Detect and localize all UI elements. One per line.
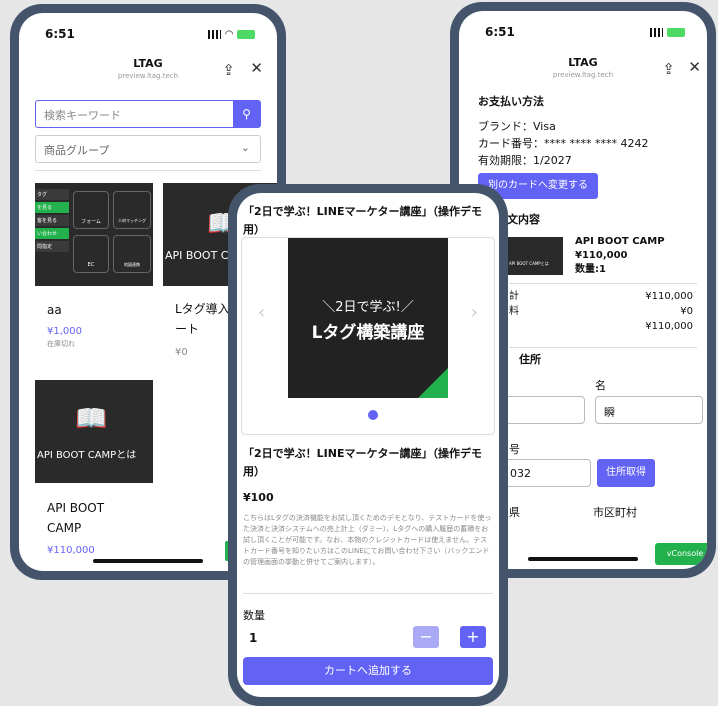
order-summary: 計 ¥110,000 料 ¥0 ¥110,000 [509,289,693,334]
vconsole-button[interactable]: vConsole [655,543,707,565]
chevron-down-icon: ⌄ [240,141,250,154]
fetch-address-button[interactable]: 住所取得 [597,459,655,487]
search-box[interactable]: 検索キーワード ⚲ [35,100,261,128]
postal-label: 号 [509,443,520,456]
quantity-label: 数量 [243,609,265,622]
app-url: preview.ltag.tech [117,72,179,80]
share-icon[interactable]: ⇪ [662,60,675,78]
map-tile-label: 地図連携 [124,262,140,267]
order-item-image: API BOOT CAMPとは [505,237,563,275]
home-indicator [528,557,638,561]
product-name[interactable]: API BOOT CAMP [47,498,104,538]
matching-tile: 人材マッチング [113,191,151,229]
product-image-text: API BOOT CAMPとは [37,450,137,461]
summary-value: ¥0 [680,306,693,317]
product-image-bootcamp[interactable]: 📖 API BOOT CAMPとは [35,380,153,483]
search-icon: ⚲ [242,107,251,121]
search-button[interactable]: ⚲ [233,101,260,127]
tile-row: 客を見る [35,215,69,226]
product-image-aa[interactable]: タグ を見る 客を見る い合わせ 問指定 フォーム 人材マッチング EC 地図連… [35,183,153,286]
form-tile: フォーム [73,191,109,229]
summary-row: 料 ¥0 [509,304,693,319]
payment-heading: お支払い方法 [478,95,544,108]
tile-row: を見る [35,202,69,213]
product-price: ¥110,000 [47,545,95,556]
map-tile: 地図連携 [113,235,151,273]
ec-tile: EC [73,235,109,273]
clock: 6:51 [485,25,515,39]
share-icon[interactable]: ⇪ [222,61,235,79]
order-item-image-text: API BOOT CAMPとは [509,261,549,266]
stock-label: 在庫切れ [47,340,75,348]
summary-value: ¥110,000 [645,291,693,302]
home-indicator [93,559,203,563]
prefecture-label: 県 [509,506,520,519]
ec-tile-label: EC [87,262,95,268]
summary-label: 計 [509,291,519,302]
group-select[interactable]: 商品グループ ⌄ [35,135,261,163]
order-item-qty: 数量:1 [575,264,606,275]
clock: 6:51 [45,27,75,41]
order-heading: 文内容 [507,213,540,226]
increment-button[interactable]: + [460,626,486,648]
signal-icon [650,27,663,37]
product-name: 「2日で学ぶ！LINEマーケター講座」（操作デモ用） [243,447,482,478]
corner-triangle [418,368,448,398]
image-caption-1: ＼2日で学ぶ!／ [322,300,414,315]
divider [35,170,261,171]
matching-tile-label: 人材マッチング [118,218,146,223]
order-item-info: API BOOT CAMP ¥110,000 数量:1 [575,235,665,277]
tile-row: い合わせ [35,228,69,239]
card-brand: ブランド：Visa [478,120,556,133]
product-price: ¥1,000 [47,326,82,337]
wifi-icon: ◠ [225,28,233,40]
summary-row: ¥110,000 [509,319,693,334]
first-name-label: 名 [595,379,606,392]
image-caption-2: Lタグ構築講座 [311,323,425,343]
divider [243,593,493,594]
status-bar: 6:51 [485,25,685,39]
order-item-price: ¥110,000 [575,250,628,261]
order-item-name: API BOOT CAMP [575,236,665,247]
summary-row: 計 ¥110,000 [509,289,693,304]
card-expiry: 有効期限：1/2027 [478,154,572,167]
signal-icon [208,29,222,39]
tile-row: 問指定 [35,241,69,252]
quantity-value: 1 [249,631,258,645]
divider [509,347,697,348]
product-price: ¥0 [175,347,188,358]
card-number: カード番号：**** **** **** 4242 [478,137,649,150]
modal-title: 「2日で学ぶ！LINEマーケター講座」（操作デモ用） [243,205,482,236]
chevron-left-icon[interactable]: ‹ [258,302,265,323]
product-name[interactable]: aa [47,303,62,317]
divider [509,283,697,284]
book-icon: 📖 [75,404,108,434]
summary-label: 料 [509,306,519,317]
chevron-right-icon[interactable]: › [471,302,478,323]
carousel-dot[interactable] [368,410,378,420]
product-description: こちらはLタグの決済機能をお試し頂くためのデモとなり、テストカードを使った決済と… [243,514,492,566]
close-icon[interactable]: ✕ [250,59,263,77]
add-to-cart-button[interactable]: カートへ追加する [243,657,493,685]
address-heading: 住所 [519,353,541,366]
group-select-label: 商品グループ [44,144,110,157]
tile-row: タグ [35,189,69,200]
first-name-input[interactable]: 瞬 [595,396,703,424]
search-input[interactable]: 検索キーワード [36,101,233,127]
close-icon[interactable]: ✕ [688,58,701,76]
carousel-image: ＼2日で学ぶ!／ Lタグ構築講座 [288,238,448,398]
decrement-button[interactable]: − [413,626,439,648]
status-bar: 6:51 ◠ [45,27,255,41]
product-image-text: API BOOT CA [165,249,236,262]
product-detail-modal: 「2日で学ぶ！LINEマーケター講座」（操作デモ用） ＼2日で学ぶ!／ Lタグ構… [237,193,499,697]
image-carousel[interactable]: ＼2日で学ぶ!／ Lタグ構築講座 ‹ › [241,237,495,435]
form-tile-label: フォーム [81,219,101,225]
battery-icon [237,29,255,39]
app-title: LTAG [133,57,163,70]
battery-icon [667,27,685,37]
summary-value: ¥110,000 [645,321,693,332]
city-label: 市区町村 [593,506,637,519]
modal-phone: 「2日で学ぶ！LINEマーケター講座」（操作デモ用） ＼2日で学ぶ!／ Lタグ構… [228,184,508,706]
product-price: ¥100 [243,491,274,504]
